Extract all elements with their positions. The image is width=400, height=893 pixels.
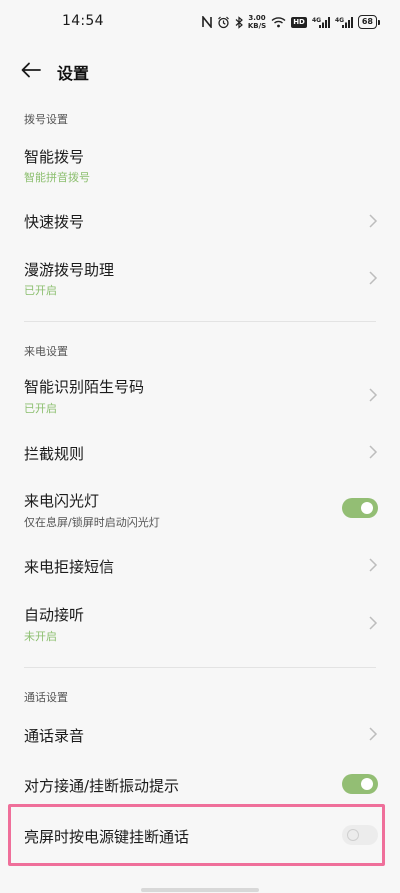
status-bar: 14:54 3.00 KB/S HD 4G 4G 68 — [0, 0, 400, 44]
row-identify-unknown-numbers[interactable]: 智能识别陌生号码 已开启 — [0, 370, 400, 426]
divider — [24, 667, 376, 668]
header: 设置 — [0, 50, 400, 90]
row-block-rules[interactable]: 拦截规则 — [0, 431, 400, 475]
chevron-right-icon — [369, 388, 378, 402]
divider — [24, 321, 376, 322]
row-title: 对方接通/挂断振动提示 — [24, 777, 180, 795]
back-arrow-icon — [21, 62, 41, 78]
battery-icon: 68 — [357, 15, 380, 29]
row-quick-dial[interactable]: 快速拨号 — [0, 199, 400, 243]
row-title: 拦截规则 — [24, 445, 85, 463]
row-title: 通话录音 — [24, 727, 85, 745]
home-indicator[interactable] — [141, 888, 259, 892]
chevron-right-icon — [369, 558, 378, 572]
network-speed-value: 3.00 — [248, 14, 266, 22]
battery-level: 68 — [357, 15, 377, 29]
section-title-call: 通话设置 — [24, 691, 68, 704]
row-roaming-dial-assistant[interactable]: 漫游拨号助理 已开启 — [0, 252, 400, 308]
hd-badge: HD — [291, 16, 307, 28]
status-icons: 3.00 KB/S HD 4G 4G 68 — [202, 12, 380, 32]
row-title: 智能识别陌生号码 — [24, 378, 145, 396]
row-title: 漫游拨号助理 — [24, 261, 115, 279]
row-auto-answer[interactable]: 自动接听 未开启 — [0, 597, 400, 653]
chevron-right-icon — [369, 727, 378, 741]
row-subtitle: 仅在息屏/锁屏时启动闪光灯 — [24, 516, 160, 529]
row-reject-sms[interactable]: 来电拒接短信 — [0, 544, 400, 588]
chevron-right-icon — [369, 214, 378, 228]
row-title: 快速拨号 — [24, 213, 85, 231]
row-vibrate-on-connect: 对方接通/挂断振动提示 — [0, 763, 400, 807]
signal-icon-sim1: 4G — [312, 16, 330, 29]
row-subtitle: 未开启 — [24, 630, 57, 643]
page-title: 设置 — [57, 64, 90, 83]
signal-label-sim2: 4G — [335, 17, 344, 24]
network-speed: 3.00 KB/S — [248, 14, 266, 30]
network-speed-unit: KB/S — [247, 22, 267, 30]
section-title-dial: 拨号设置 — [24, 113, 68, 126]
row-title: 智能拨号 — [24, 148, 85, 166]
vibrate-on-connect-toggle[interactable] — [342, 774, 378, 794]
bluetooth-icon — [235, 15, 243, 29]
wifi-icon — [271, 16, 286, 28]
back-button[interactable] — [18, 58, 44, 82]
row-incoming-flash: 来电闪光灯 仅在息屏/锁屏时启动闪光灯 — [0, 484, 400, 534]
incoming-flash-toggle[interactable] — [342, 498, 378, 518]
row-title: 来电闪光灯 — [24, 492, 100, 510]
row-smart-dial[interactable]: 智能拨号 智能拼音拨号 — [0, 138, 400, 194]
nfc-icon — [202, 16, 212, 28]
chevron-right-icon — [369, 445, 378, 459]
alarm-icon — [217, 16, 230, 29]
row-subtitle: 已开启 — [24, 402, 57, 415]
highlight-annotation — [8, 804, 385, 866]
row-title: 自动接听 — [24, 606, 85, 624]
chevron-right-icon — [369, 271, 378, 285]
row-call-recording[interactable]: 通话录音 — [0, 713, 400, 757]
row-subtitle: 已开启 — [24, 284, 57, 297]
row-title: 来电拒接短信 — [24, 558, 115, 576]
row-subtitle: 智能拼音拨号 — [24, 171, 90, 184]
chevron-right-icon — [369, 616, 378, 630]
signal-label-sim1: 4G — [312, 17, 321, 24]
status-time: 14:54 — [62, 13, 104, 29]
signal-icon-sim2: 4G — [335, 16, 353, 29]
section-title-incoming: 来电设置 — [24, 345, 68, 358]
